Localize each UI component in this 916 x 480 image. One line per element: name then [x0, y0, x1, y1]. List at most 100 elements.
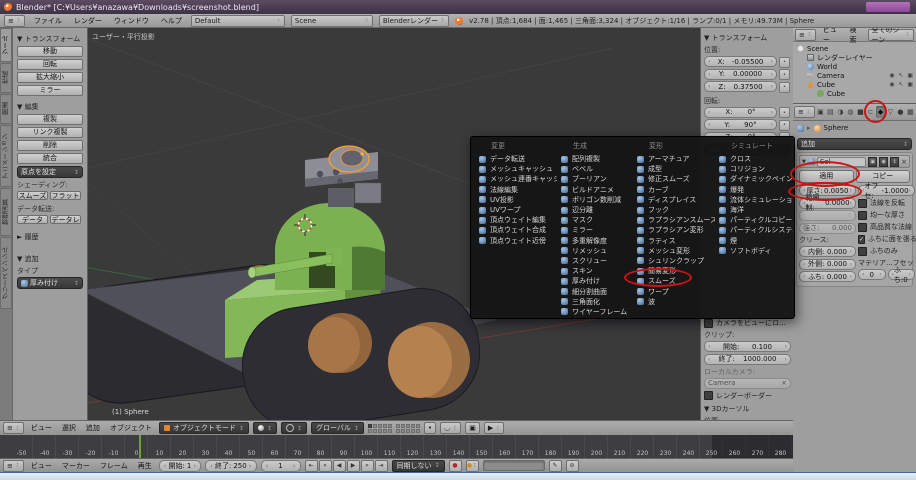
modifier-menu-item[interactable]: スクリュー: [559, 256, 633, 266]
next-keyframe-button[interactable]: »: [361, 460, 374, 472]
modifier-menu-item[interactable]: スムーズ: [635, 276, 715, 286]
tl-marker-menu[interactable]: マーカー: [59, 461, 93, 471]
edit-panel-title[interactable]: 編集: [25, 103, 39, 111]
modifier-menu-item[interactable]: 成型: [635, 164, 715, 174]
editor-type-button[interactable]: ≡↕: [3, 460, 24, 472]
outliner-row[interactable]: Cube: [793, 89, 916, 98]
layers-grid-a[interactable]: [368, 424, 392, 433]
opengl-render-anim-icon[interactable]: ▶↕: [484, 422, 504, 434]
toolshelf-tab[interactable]: グリースペンシル: [0, 237, 12, 309]
record-button[interactable]: ●: [449, 460, 462, 472]
modifier-menu-item[interactable]: ミラー: [559, 225, 633, 235]
vertex-group-field[interactable]: ↕: [799, 210, 856, 221]
collapse-icon[interactable]: ►: [17, 233, 22, 241]
rot-y-field[interactable]: ‹Y:90°›: [704, 119, 777, 130]
modifier-menu-item[interactable]: メッシュキャッシュ: [477, 164, 557, 174]
jump-end-button[interactable]: ⇥: [375, 460, 388, 472]
toolshelf-tab[interactable]: ツール: [0, 28, 12, 62]
lock-icon[interactable]: •: [779, 107, 790, 118]
menu-file[interactable]: ファイル: [31, 16, 65, 26]
edit-button[interactable]: リンク複製: [17, 127, 83, 138]
modifier-name-field[interactable]: Sol: [817, 157, 866, 167]
lock-to-scene-icon[interactable]: •: [424, 422, 436, 434]
mode-dropdown[interactable]: オブジェクトモード ↕: [159, 422, 249, 434]
modifier-menu-item[interactable]: 波: [635, 297, 715, 307]
modifier-menu-item[interactable]: ダイナミックペイント: [717, 174, 793, 184]
add-panel-title[interactable]: 追加: [25, 255, 39, 263]
transform-panel-title[interactable]: トランスフォーム: [25, 35, 81, 43]
render-toggle-icon[interactable]: ▣: [868, 157, 877, 167]
select-menu[interactable]: 選択: [59, 423, 79, 433]
modifier-menu-item[interactable]: 爆発: [717, 185, 793, 195]
modifier-menu-item[interactable]: データ転送: [477, 154, 557, 164]
move-modifier-icon[interactable]: ↕: [890, 157, 899, 167]
modifier-menu-item[interactable]: 法線編集: [477, 185, 557, 195]
tl-frame-menu[interactable]: フレーム: [97, 461, 131, 471]
autokey-mode-button[interactable]: ●↕: [466, 460, 479, 472]
view-menu[interactable]: ビュー: [28, 423, 55, 433]
modifier-menu-item[interactable]: コリジョン: [717, 164, 793, 174]
clear-icon[interactable]: ×: [781, 379, 787, 387]
modifier-menu-item[interactable]: ベベル: [559, 164, 633, 174]
start-frame-field[interactable]: ‹開始:1›: [159, 460, 201, 472]
type-dropdown[interactable]: 厚み付け ↕: [17, 277, 83, 289]
modifier-menu-item[interactable]: スキン: [559, 266, 633, 276]
transform-button[interactable]: ミラー: [17, 85, 83, 96]
modifier-menu-item[interactable]: 配列複製: [559, 154, 633, 164]
outliner-search-menu[interactable]: 検索: [846, 28, 863, 45]
scene-selector[interactable]: Scene ×: [291, 15, 373, 27]
snap-magnet-icon[interactable]: ◡↕: [440, 422, 461, 434]
clip-start-field[interactable]: ‹開始:0.100›: [704, 341, 791, 352]
texture-tab-icon[interactable]: ▦: [906, 106, 915, 118]
modifier-menu-item[interactable]: 修正スムーズ: [635, 174, 715, 184]
modifier-menu-item[interactable]: ワープ: [635, 286, 715, 296]
editor-type-button[interactable]: ≡↕: [795, 29, 816, 41]
editor-type-button[interactable]: ≡ ↕: [4, 15, 25, 27]
crease-outer-field[interactable]: ‹外側:0.000›: [799, 259, 856, 270]
modifier-menu-item[interactable]: ソフトボディ: [717, 246, 793, 256]
modifier-menu-item[interactable]: リメッシュ: [559, 246, 633, 256]
loc-y-field[interactable]: ‹Y:0.00000›: [704, 69, 777, 80]
modifier-menu-item[interactable]: クロス: [717, 154, 793, 164]
data-button[interactable]: データ: [17, 215, 48, 224]
modifier-menu-item[interactable]: シュリンクラップ: [635, 256, 715, 266]
transform-button[interactable]: 拡大縮小: [17, 72, 83, 83]
play-reverse-button[interactable]: ◀: [333, 460, 346, 472]
editor-type-button[interactable]: ≡↕: [3, 422, 24, 434]
crease-inner-field[interactable]: ‹内側:0.000›: [799, 246, 856, 257]
rot-x-field[interactable]: ‹X:0°›: [704, 107, 777, 118]
modifier-menu-item[interactable]: 簡易変形: [635, 266, 715, 276]
tl-view-menu[interactable]: ビュー: [28, 461, 55, 471]
sync-dropdown[interactable]: 同期しない↕: [392, 460, 445, 472]
expand-icon[interactable]: ▼: [17, 103, 22, 111]
modifier-menu-item[interactable]: 辺分離: [559, 205, 633, 215]
lock-icon[interactable]: •: [779, 57, 790, 68]
crease-rim-field[interactable]: ‹ふち:0.000›: [799, 271, 856, 282]
expand-icon[interactable]: ▼: [704, 34, 709, 42]
orientation-dropdown[interactable]: グローバル ↕: [311, 422, 364, 434]
material-offset-field[interactable]: ‹0›: [858, 269, 886, 280]
only-rim-checkbox[interactable]: ふちのみ: [858, 246, 915, 256]
toolshelf-tab[interactable]: アニメーション: [0, 125, 12, 187]
world-tab-icon[interactable]: ◍: [846, 106, 855, 118]
flip-normals-checkbox[interactable]: 法線を反転: [858, 198, 915, 208]
modifier-menu-item[interactable]: 流体シミュレーション: [717, 195, 793, 205]
outliner-row[interactable]: Camera ◉ ↖ ▣: [793, 71, 916, 80]
modifier-menu-item[interactable]: 厚み付け: [559, 276, 633, 286]
modifier-menu-item[interactable]: カーブ: [635, 185, 715, 195]
expand-icon[interactable]: ▼: [17, 35, 22, 43]
even-thickness-checkbox[interactable]: 均一な厚さ: [858, 210, 915, 220]
modifier-menu-item[interactable]: 多重解像度: [559, 236, 633, 246]
tl-playback-menu[interactable]: 再生: [135, 461, 155, 471]
modifier-menu-item[interactable]: ビルドアニメ: [559, 185, 633, 195]
expand-icon[interactable]: ▼: [17, 255, 22, 263]
prev-keyframe-button[interactable]: «: [319, 460, 332, 472]
data-layout-button[interactable]: データレ: [50, 215, 81, 224]
modifier-menu-item[interactable]: ラプラシアンスムーズ: [635, 215, 715, 225]
visibility-toggles[interactable]: ◉ ↖ ▣: [889, 72, 916, 79]
modifier-menu-item[interactable]: フック: [635, 205, 715, 215]
transform-button[interactable]: 回転: [17, 59, 83, 70]
modifier-menu-item[interactable]: ラプラシアン変形: [635, 225, 715, 235]
edit-button[interactable]: 削除: [17, 140, 83, 151]
menu-window[interactable]: ウィンドウ: [111, 16, 152, 26]
